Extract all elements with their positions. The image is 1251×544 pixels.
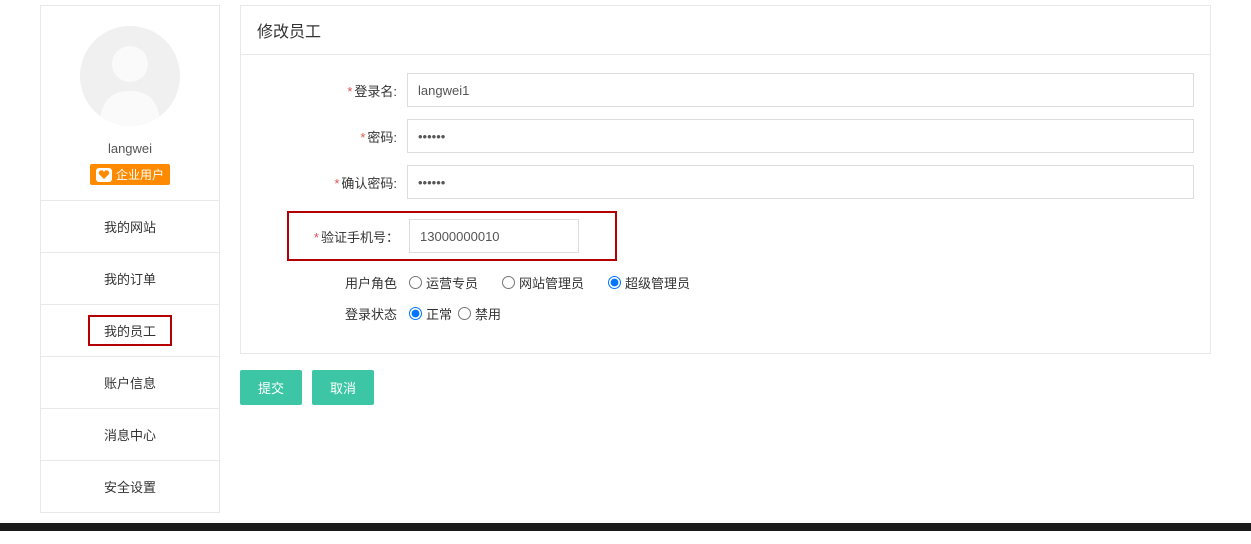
- row-login: *登录名:: [257, 73, 1194, 107]
- sidebar: langwei 企业用户 我的网站 我的订单 我的员工 账户信息 消息中心 安全…: [40, 5, 220, 513]
- badge-label: 企业用户: [116, 166, 164, 183]
- status-option-disabled[interactable]: 禁用: [458, 304, 501, 323]
- status-radio-group: 正常 禁用: [407, 304, 1194, 323]
- nav-label: 我的员工: [88, 315, 172, 346]
- footer-bar: [0, 523, 1251, 531]
- status-radio-normal[interactable]: [409, 307, 422, 320]
- role-radio-label: 运营专员: [426, 273, 478, 292]
- nav-label: 消息中心: [104, 428, 156, 443]
- submit-button[interactable]: 提交: [240, 370, 302, 405]
- nav-list: 我的网站 我的订单 我的员工 账户信息 消息中心 安全设置: [40, 201, 220, 513]
- role-radio-super-admin[interactable]: [608, 276, 621, 289]
- status-radio-label: 正常: [426, 304, 452, 323]
- edit-staff-panel: 修改员工 *登录名: *密码: *确认密码: *验证手机号：: [240, 5, 1211, 354]
- phone-label: *验证手机号：: [289, 227, 409, 246]
- row-role: 用户角色 运营专员 网站管理员 超级管理员: [257, 273, 1194, 292]
- role-option-site-admin[interactable]: 网站管理员: [502, 273, 584, 292]
- profile-card: langwei 企业用户: [40, 5, 220, 201]
- enterprise-badge: 企业用户: [90, 164, 170, 185]
- row-phone: *验证手机号：: [287, 211, 617, 261]
- role-option-operator[interactable]: 运营专员: [409, 273, 478, 292]
- password-input[interactable]: [407, 119, 1194, 153]
- confirm-input[interactable]: [407, 165, 1194, 199]
- nav-item-my-staff[interactable]: 我的员工: [41, 305, 219, 357]
- cancel-button[interactable]: 取消: [312, 370, 374, 405]
- role-radio-site-admin[interactable]: [502, 276, 515, 289]
- status-label: 登录状态: [257, 304, 407, 323]
- login-label: *登录名:: [257, 81, 407, 100]
- staff-form: *登录名: *密码: *确认密码: *验证手机号： 用户角色: [241, 55, 1210, 353]
- nav-item-messages[interactable]: 消息中心: [41, 409, 219, 461]
- button-row: 提交 取消: [240, 370, 1211, 405]
- main-content: 修改员工 *登录名: *密码: *确认密码: *验证手机号：: [240, 5, 1211, 513]
- role-radio-group: 运营专员 网站管理员 超级管理员: [407, 273, 1194, 292]
- nav-item-my-site[interactable]: 我的网站: [41, 201, 219, 253]
- nav-label: 我的网站: [104, 220, 156, 235]
- role-radio-label: 超级管理员: [625, 273, 690, 292]
- avatar: [80, 26, 180, 126]
- role-radio-label: 网站管理员: [519, 273, 584, 292]
- nav-label: 我的订单: [104, 272, 156, 287]
- status-radio-disabled[interactable]: [458, 307, 471, 320]
- password-label: *密码:: [257, 127, 407, 146]
- nav-item-account-info[interactable]: 账户信息: [41, 357, 219, 409]
- heart-icon: [96, 168, 112, 182]
- row-confirm-password: *确认密码:: [257, 165, 1194, 199]
- role-option-super-admin[interactable]: 超级管理员: [608, 273, 690, 292]
- row-status: 登录状态 正常 禁用: [257, 304, 1194, 323]
- panel-title: 修改员工: [241, 6, 1210, 55]
- confirm-label: *确认密码:: [257, 173, 407, 192]
- nav-item-my-orders[interactable]: 我的订单: [41, 253, 219, 305]
- status-option-normal[interactable]: 正常: [409, 304, 452, 323]
- role-radio-operator[interactable]: [409, 276, 422, 289]
- nav-label: 账户信息: [104, 376, 156, 391]
- row-password: *密码:: [257, 119, 1194, 153]
- status-radio-label: 禁用: [475, 304, 501, 323]
- username: langwei: [51, 141, 209, 156]
- nav-item-security[interactable]: 安全设置: [41, 461, 219, 513]
- nav-label: 安全设置: [104, 480, 156, 495]
- phone-input[interactable]: [409, 219, 579, 253]
- role-label: 用户角色: [257, 273, 407, 292]
- login-input[interactable]: [407, 73, 1194, 107]
